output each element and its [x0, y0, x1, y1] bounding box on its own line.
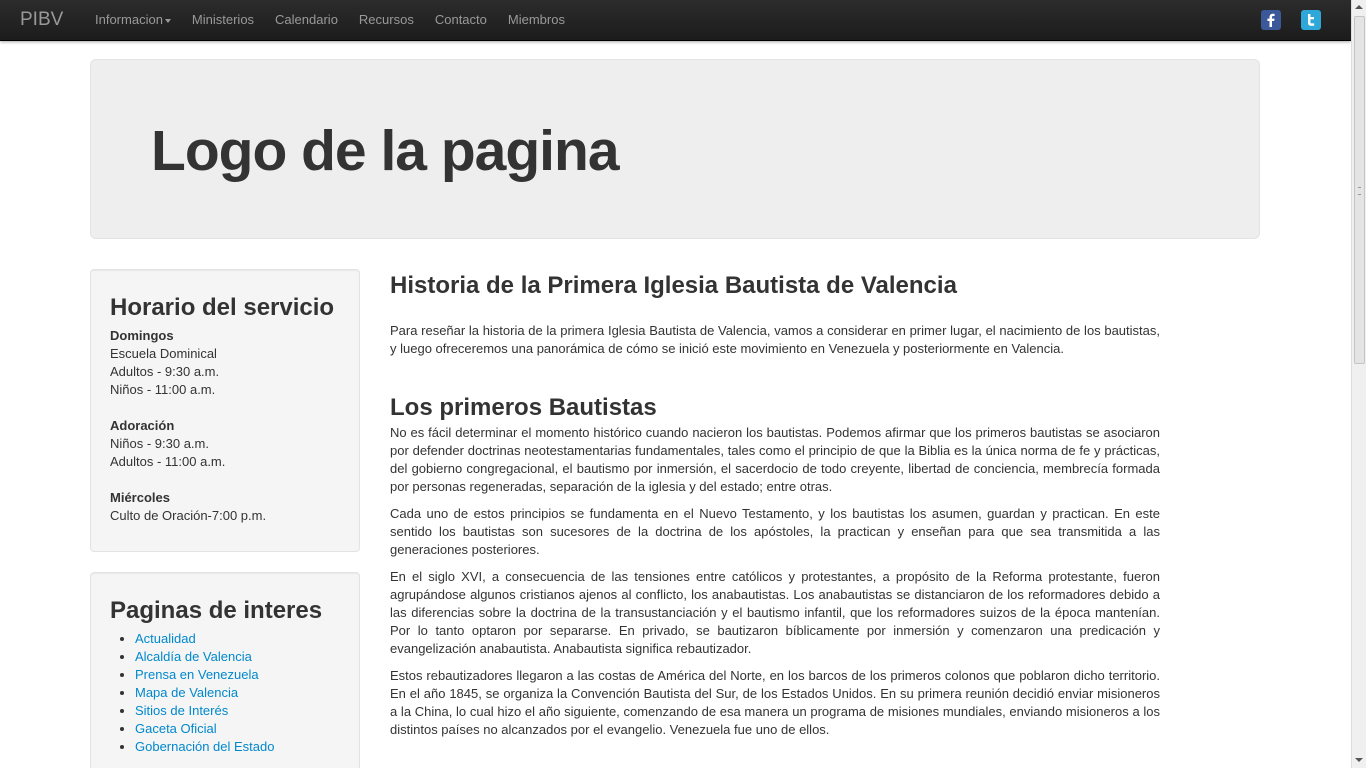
links-panel: Paginas de interes Actualidad Alcaldía d… — [90, 572, 360, 768]
top-navbar: PIBV Informacion Ministerios Calendario … — [0, 0, 1351, 41]
schedule-group: Adoración Niños - 9:30 a.m. Adultos - 11… — [110, 417, 266, 471]
body-paragraph: No es fácil determinar el momento histór… — [390, 425, 1160, 494]
schedule-day: Miércoles — [110, 490, 170, 505]
links-title: Paginas de interes — [110, 597, 323, 624]
link-actualidad[interactable]: Actualidad — [135, 631, 196, 646]
page-logo-title: Logo de la pagina — [151, 119, 620, 183]
caret-down-icon — [164, 18, 171, 23]
links-list: Actualidad Alcaldía de Valencia Prensa e… — [135, 630, 274, 756]
list-item: Mapa de Valencia — [135, 684, 274, 702]
schedule-line: Niños - 9:30 a.m. — [110, 436, 209, 451]
list-item: Alcaldía de Valencia — [135, 648, 274, 666]
hero-unit: Logo de la pagina — [90, 59, 1260, 239]
nav-item-miembros[interactable]: Miembros — [508, 12, 565, 27]
schedule-day: Domingos — [110, 328, 174, 343]
link-gobernacion[interactable]: Gobernación del Estado — [135, 739, 274, 754]
brand-link[interactable]: PIBV — [20, 9, 63, 31]
schedule-list: Domingos Escuela Dominical Adultos - 9:3… — [110, 327, 266, 543]
grip-icon — [1358, 187, 1361, 195]
link-sitios[interactable]: Sitios de Interés — [135, 703, 228, 718]
main-nav: Informacion Ministerios Calendario Recur… — [95, 12, 586, 27]
schedule-line: Escuela Dominical — [110, 346, 217, 361]
schedule-title: Horario del servicio — [110, 294, 335, 321]
body-paragraph: En el siglo XVI, a consecuencia de las t… — [390, 569, 1160, 656]
list-item: Actualidad — [135, 630, 274, 648]
list-item: Gobernación del Estado — [135, 738, 274, 756]
list-item: Prensa en Venezuela — [135, 666, 274, 684]
nav-item-recursos[interactable]: Recursos — [359, 12, 414, 27]
nav-item-contacto[interactable]: Contacto — [435, 12, 487, 27]
schedule-line: Adultos - 9:30 a.m. — [110, 364, 220, 379]
nav-item-label: Informacion — [95, 12, 163, 27]
schedule-panel: Horario del servicio Domingos Escuela Do… — [90, 269, 360, 552]
first-baptists-heading: Los primeros Bautistas — [390, 394, 657, 421]
nav-item-calendario[interactable]: Calendario — [275, 12, 338, 27]
link-alcaldia[interactable]: Alcaldía de Valencia — [135, 649, 252, 664]
schedule-day: Adoración — [110, 418, 175, 433]
link-prensa[interactable]: Prensa en Venezuela — [135, 667, 259, 682]
twitter-icon[interactable] — [1301, 10, 1321, 30]
link-gaceta[interactable]: Gaceta Oficial — [135, 721, 217, 736]
schedule-line: Culto de Oración-7:00 p.m. — [110, 508, 267, 523]
list-item: Sitios de Interés — [135, 702, 274, 720]
facebook-icon[interactable] — [1261, 10, 1281, 30]
nav-item-ministerios[interactable]: Ministerios — [192, 12, 254, 27]
scroll-down-arrow-icon[interactable] — [1355, 758, 1363, 762]
schedule-group: Miércoles Culto de Oración-7:00 p.m. — [110, 489, 266, 525]
scroll-up-arrow-icon[interactable] — [1355, 5, 1363, 9]
main-content: Historia de la Primera Iglesia Bautista … — [390, 272, 1160, 748]
body-paragraph: Cada uno de estos principios se fundamen… — [390, 506, 1160, 557]
list-item: Gaceta Oficial — [135, 720, 274, 738]
intro-paragraph: Para reseñar la historia de la primera I… — [390, 323, 1160, 356]
body-paragraph: Estos rebautizadores llegaron a las cost… — [390, 668, 1160, 737]
nav-item-informacion[interactable]: Informacion — [95, 12, 171, 27]
history-heading: Historia de la Primera Iglesia Bautista … — [390, 272, 957, 299]
schedule-line: Adultos - 11:00 a.m. — [110, 454, 226, 469]
scrollbar-thumb[interactable] — [1354, 16, 1365, 364]
schedule-group: Domingos Escuela Dominical Adultos - 9:3… — [110, 327, 266, 399]
schedule-line: Niños - 11:00 a.m. — [110, 382, 216, 397]
link-mapa[interactable]: Mapa de Valencia — [135, 685, 238, 700]
vertical-scrollbar[interactable] — [1351, 0, 1366, 768]
